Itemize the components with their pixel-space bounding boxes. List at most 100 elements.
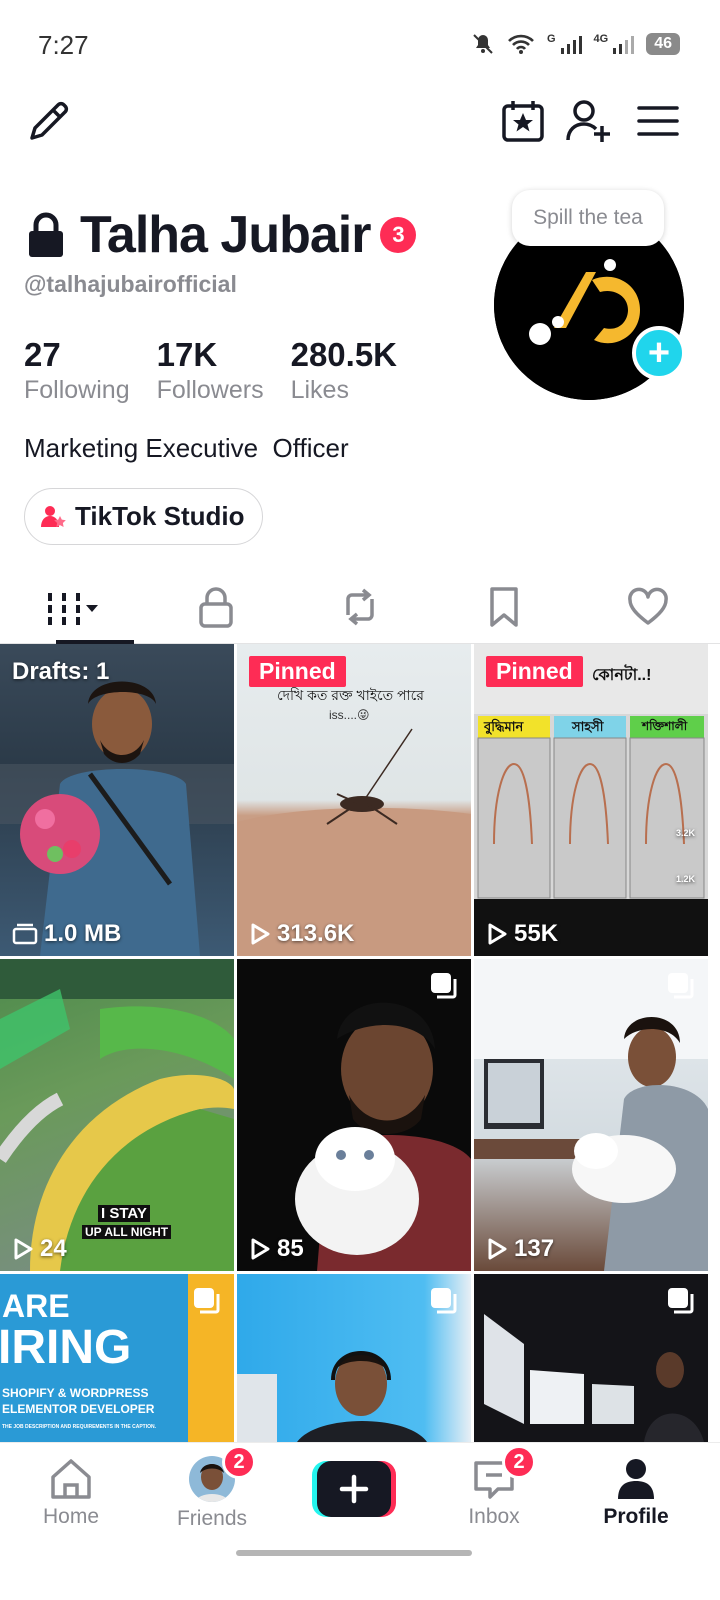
nav-friends-label: Friends xyxy=(176,1507,248,1530)
nav-profile[interactable]: Profile xyxy=(576,1455,696,1529)
pinned-badge: Pinned xyxy=(486,656,583,687)
video-caption-2: iss....😜 xyxy=(329,708,370,722)
edit-icon[interactable] xyxy=(24,96,74,146)
draft-size-text: 1.0 MB xyxy=(44,920,122,947)
thumbnail-image xyxy=(0,681,234,956)
lock-icon xyxy=(29,212,63,257)
grid-icon xyxy=(48,592,98,625)
tab-liked[interactable] xyxy=(576,570,720,643)
multi-photo-icon xyxy=(668,1288,694,1314)
video-thumbnail-pinned-1[interactable]: দেখি কত রক্ত খাইতে পারে iss....😜 Pinned … xyxy=(237,644,471,956)
profile-icon xyxy=(618,1459,654,1499)
video-thumbnail-7[interactable]: ARE IRING SHOPIFY & WORDPRESS ELEMENTOR … xyxy=(0,1274,234,1442)
add-story-button[interactable]: + xyxy=(632,326,686,380)
home-indicator[interactable] xyxy=(236,1550,472,1556)
nav-inbox[interactable]: 2 Inbox xyxy=(434,1445,554,1529)
thumbnail-image xyxy=(295,1002,471,1271)
view-count-text: 85 xyxy=(277,1235,304,1262)
multi-photo-icon xyxy=(668,973,694,999)
stat-likes[interactable]: 280.5K Likes xyxy=(291,336,397,405)
multi-photo-icon xyxy=(431,1288,457,1314)
video-caption: কোনটা..! xyxy=(592,667,652,684)
tab-videos[interactable] xyxy=(0,570,144,644)
status-bar: 7:27 G 4G 46 xyxy=(0,0,720,90)
nav-home[interactable]: Home xyxy=(11,1455,131,1529)
profile-tabs xyxy=(0,570,720,644)
play-icon xyxy=(251,923,270,945)
battery-indicator: 46 xyxy=(646,33,680,55)
nav-friends[interactable]: 2 Friends xyxy=(152,1445,272,1531)
home-icon xyxy=(51,1459,91,1499)
status-icons: G 4G 46 xyxy=(471,32,680,56)
video-thumbnail-5[interactable]: 85 xyxy=(237,959,471,1271)
repost-icon xyxy=(346,588,374,625)
box-label-1: বুদ্ধিমান xyxy=(484,719,524,734)
signal-icon-2 xyxy=(613,36,635,54)
stat-following[interactable]: 27 Following xyxy=(24,336,130,405)
add-friend-icon[interactable] xyxy=(564,96,614,146)
video-thumbnail-8[interactable] xyxy=(237,1274,471,1442)
inbox-badge: 2 xyxy=(502,1445,536,1479)
video-thumbnail-6[interactable]: 137 xyxy=(474,959,708,1271)
profile-bio: Marketing Executive Officer xyxy=(24,433,349,463)
friends-badge: 2 xyxy=(222,1445,256,1479)
view-count-text: 313.6K xyxy=(277,920,355,947)
video-thumbnail-9[interactable] xyxy=(474,1274,708,1442)
play-icon xyxy=(251,1238,270,1260)
thumbnail-image xyxy=(474,959,708,1271)
tab-private[interactable] xyxy=(144,570,288,643)
network-label-1: G xyxy=(546,33,556,45)
box-label-3: শক্তিশালী xyxy=(642,719,688,733)
hiring-line-3: SHOPIFY & WORDPRESS xyxy=(2,1386,149,1400)
bottom-navigation: Home 2 Friends 2 Inbox Profile xyxy=(0,1442,720,1600)
note-bubble-tail xyxy=(604,259,616,271)
profile-name: Talha Jubair xyxy=(80,206,371,264)
video-caption-2: UP ALL NIGHT xyxy=(82,1225,172,1239)
side-comment-count: 1.2K xyxy=(676,874,696,884)
tab-favorites[interactable] xyxy=(432,570,576,643)
status-time: 7:27 xyxy=(38,30,89,60)
drafts-label: Drafts: 1 xyxy=(12,658,110,685)
nav-inbox-label: Inbox xyxy=(468,1505,520,1528)
signal-icon xyxy=(560,36,582,54)
stat-label: Following xyxy=(24,376,130,404)
view-count-text: 55K xyxy=(514,920,559,947)
menu-icon[interactable] xyxy=(634,96,684,146)
heart-icon xyxy=(628,587,668,625)
profile-stats: 27 Following 17K Followers 280.5K Likes xyxy=(24,336,424,405)
tiktok-studio-button[interactable]: TikTok Studio xyxy=(24,488,264,545)
video-thumbnail-pinned-2[interactable]: বুদ্ধিমান সাহসী শক্তিশালী কোনটা..! 3.2K … xyxy=(474,644,708,956)
view-count: 55K xyxy=(486,920,558,948)
view-count: 137 xyxy=(486,1235,554,1263)
view-count: 24 xyxy=(12,1235,67,1263)
play-icon xyxy=(488,923,507,945)
stat-value: 280.5K xyxy=(290,336,398,373)
multi-photo-icon xyxy=(431,973,457,999)
side-like-count: 3.2K xyxy=(676,828,696,838)
stat-label: Likes xyxy=(290,376,349,404)
video-thumbnail-4[interactable]: I STAY UP ALL NIGHT 24 xyxy=(0,959,234,1271)
calendar-star-icon[interactable] xyxy=(498,96,548,146)
hiring-line-2: IRING xyxy=(0,1321,132,1374)
network-label-2: 4G xyxy=(593,33,609,45)
box-label-2: সাহসী xyxy=(572,719,604,734)
pinned-badge: Pinned xyxy=(249,656,346,687)
mute-icon xyxy=(473,34,493,54)
profile-name-row: Talha Jubair 3 xyxy=(26,205,417,265)
play-icon xyxy=(488,1238,507,1260)
studio-icon xyxy=(41,505,66,527)
stat-label: Followers xyxy=(156,376,264,404)
thumbnail-image xyxy=(474,644,708,956)
stat-followers[interactable]: 17K Followers xyxy=(157,336,264,405)
lock-icon xyxy=(199,586,233,628)
video-thumbnail-drafts[interactable]: Drafts: 1 1.0 MB xyxy=(0,644,234,956)
video-caption: I STAY xyxy=(98,1205,150,1222)
create-button[interactable] xyxy=(312,1461,396,1517)
bookmark-icon xyxy=(490,586,518,627)
video-grid: Drafts: 1 1.0 MB দেখি কত রক্ত খাইতে পারে… xyxy=(0,644,720,1442)
stat-value: 17K xyxy=(156,336,218,373)
tab-reposts[interactable] xyxy=(288,570,432,643)
nav-home-label: Home xyxy=(42,1505,100,1528)
note-bubble[interactable]: Spill the tea xyxy=(512,190,664,246)
name-notification-badge[interactable]: 3 xyxy=(380,217,417,253)
